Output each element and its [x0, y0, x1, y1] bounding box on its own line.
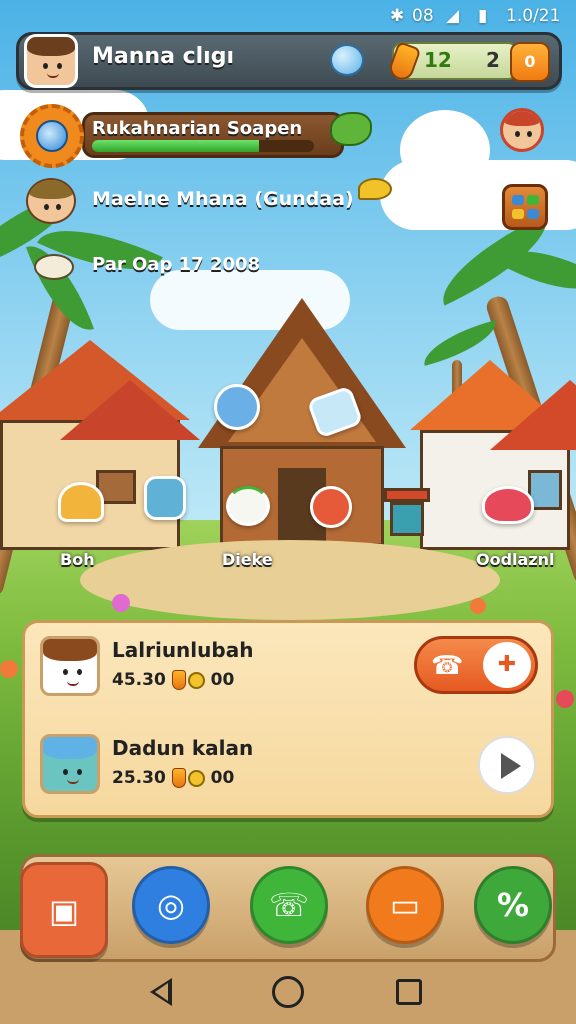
coin-shop-button[interactable]: 0: [510, 42, 550, 82]
carrot-icon: [171, 670, 186, 690]
coin-icon: [187, 671, 205, 689]
back-icon[interactable]: [150, 978, 172, 1006]
list-item-reward: 25.30 00: [112, 768, 234, 788]
food-bag-icon[interactable]: [58, 482, 104, 522]
scene-label-left: Boh: [60, 550, 95, 569]
villager-portrait-bubble[interactable]: [144, 476, 186, 520]
flower-decoration: [0, 660, 18, 678]
villager-avatar[interactable]: [26, 178, 76, 224]
percent-icon: %: [496, 886, 530, 924]
status-bar: ✱ 08 ◢ ▮ 1.0/21: [0, 0, 576, 32]
calendar-icon: ▣: [48, 892, 80, 930]
reward-amount: 25.30: [112, 768, 166, 788]
discount-button[interactable]: %: [474, 866, 552, 944]
reward-amount: 45.30: [112, 670, 166, 690]
list-item-name: Lalriunlubah: [112, 638, 254, 662]
player-avatar[interactable]: [24, 34, 78, 88]
call-gift-button[interactable]: ☎ ✚: [414, 636, 538, 694]
compass-gear-icon[interactable]: [20, 104, 84, 168]
signal-icon: ◢: [446, 6, 460, 26]
skull-icon: [34, 254, 74, 280]
list-item-avatar[interactable]: [40, 734, 100, 794]
map-button[interactable]: [502, 184, 548, 230]
dirt-path: [80, 540, 500, 620]
date-text: Par Oap 17 2008: [92, 254, 261, 275]
bird-icon: [358, 178, 392, 200]
villager-name: Maelne Mhana (Gundaa): [92, 188, 354, 210]
villager-bubble-left[interactable]: [214, 384, 260, 430]
home-icon[interactable]: [272, 976, 304, 1008]
carrot-count: 12: [424, 48, 452, 72]
fish-icon[interactable]: [330, 112, 372, 146]
phone-icon: ☏: [268, 886, 309, 924]
character-icon[interactable]: [496, 104, 550, 164]
gift-icon: ✚: [483, 642, 531, 688]
list-item-avatar[interactable]: [40, 636, 100, 696]
chat-bubble-icon[interactable]: [330, 44, 364, 76]
battery-icon: ▮: [478, 6, 488, 26]
quest-progress-bar: [92, 140, 314, 152]
bluetooth-icon: ✱: [390, 6, 405, 26]
status-time: 1.0/21: [506, 6, 561, 26]
video-icon: ▭: [389, 886, 421, 924]
flower-decoration: [112, 594, 130, 612]
list-item-reward: 45.30 00: [112, 670, 234, 690]
villager-red-hat-icon[interactable]: [310, 486, 352, 528]
recents-icon[interactable]: [396, 979, 422, 1005]
rice-ball-icon[interactable]: [226, 486, 270, 526]
flower-decoration: [556, 690, 574, 708]
player-name: Manna clıgı: [92, 44, 234, 69]
carrot-icon: [171, 768, 186, 788]
reward-coins: 00: [210, 670, 235, 690]
coin-icon: [187, 769, 205, 787]
quest-title: Rukahnarian Soapen: [92, 118, 303, 139]
camera-chat-button[interactable]: ◎: [132, 866, 210, 944]
scene-label-center: Dieke: [222, 550, 273, 569]
calendar-button[interactable]: ▣: [20, 862, 108, 958]
phone-icon: ☎: [431, 651, 464, 681]
camera-chat-icon: ◎: [157, 886, 185, 924]
play-button[interactable]: [478, 736, 536, 794]
food-bowl-icon[interactable]: [482, 486, 534, 524]
quest-progress-fill: [92, 140, 259, 152]
cloud: [400, 110, 490, 190]
reward-coins: 00: [210, 768, 235, 788]
phone-button[interactable]: ☏: [250, 866, 328, 944]
list-item-name: Dadun kalan: [112, 736, 254, 760]
scene-label-right: Oodlaznl: [476, 550, 555, 569]
resource-count: 2: [486, 48, 500, 72]
signal-text: 08: [412, 6, 434, 26]
flower-decoration: [470, 598, 486, 614]
video-button[interactable]: ▭: [366, 866, 444, 944]
